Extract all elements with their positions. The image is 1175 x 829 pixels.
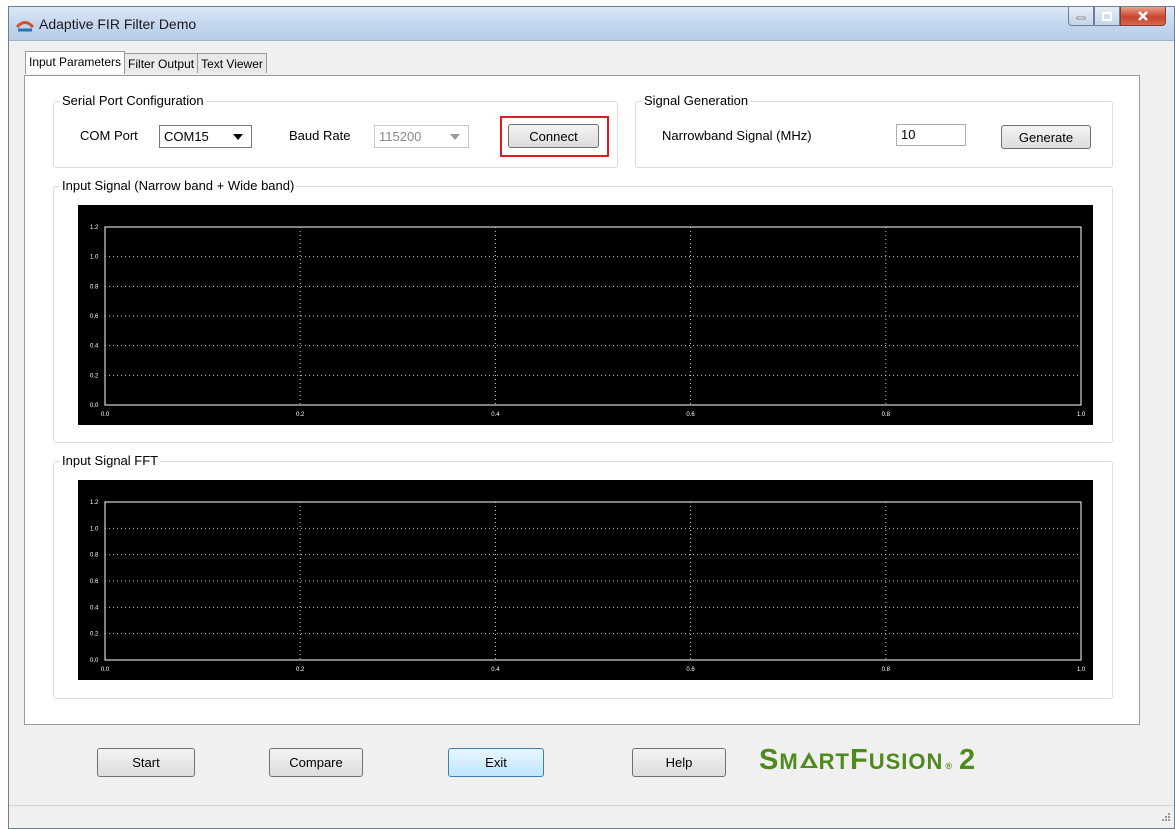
- maximize-icon[interactable]: [1094, 7, 1120, 26]
- fft-y-tick-label: 0.6: [90, 579, 99, 585]
- connect-highlight-box: [500, 116, 609, 157]
- input-signal-x-tick-label: 0.4: [491, 412, 500, 418]
- baud-rate-select[interactable]: 115200: [374, 125, 469, 148]
- fft-x-tick-label: 0.6: [686, 667, 695, 673]
- fft-x-tick-label: 1.0: [1077, 667, 1086, 673]
- exit-button[interactable]: Exit: [448, 748, 544, 777]
- smartfusion2-logo: SM RT F USION ® 2: [759, 744, 977, 776]
- input-signal-chart: 0.0 0.2 0.4 0.6 0.8 1.0 0.0 0.2 0.4 0.6 0.8 1.0 1.2: [90, 225, 1086, 418]
- fft-y-tick-label: 0.8: [90, 553, 99, 559]
- narrowband-label: Narrowband Signal (MHz): [662, 128, 812, 143]
- close-icon[interactable]: [1120, 7, 1166, 26]
- compare-button[interactable]: Compare: [269, 748, 363, 777]
- input-signal-x-tick-label: 0.6: [686, 412, 695, 418]
- fft-group-title: Input Signal FFT: [60, 453, 161, 468]
- fft-y-tick-label: 1.0: [90, 526, 99, 532]
- fft-x-tick-label: 0.8: [882, 667, 891, 673]
- input-signal-x-tick-label: 0.2: [296, 412, 305, 418]
- signal-generation-group-title: Signal Generation: [642, 93, 751, 108]
- serial-port-group-title: Serial Port Configuration: [60, 93, 206, 108]
- input-signal-y-tick-label: 0.4: [90, 344, 99, 350]
- input-signal-plot: 0.0 0.2 0.4 0.6 0.8 1.0 0.0 0.2 0.4 0.6 0.8 1.0 1.2: [78, 205, 1093, 425]
- input-signal-y-tick-label: 0.2: [90, 373, 99, 379]
- com-port-value: COM15: [164, 129, 209, 144]
- tab-strip: Input Parameters Filter Output Text View…: [25, 51, 267, 74]
- input-signal-y-tick-label: 0.8: [90, 284, 99, 290]
- minimize-icon[interactable]: [1068, 7, 1094, 26]
- app-icon: [15, 18, 35, 35]
- chevron-down-icon: [450, 133, 460, 140]
- fft-y-tick-label: 0.4: [90, 605, 99, 611]
- resize-grip-icon[interactable]: [1161, 810, 1171, 825]
- tab-input-parameters[interactable]: Input Parameters: [25, 51, 126, 74]
- window-title: Adaptive FIR Filter Demo: [39, 16, 197, 32]
- input-signal-group-title: Input Signal (Narrow band + Wide band): [60, 178, 297, 193]
- input-signal-y-tick-label: 0.0: [90, 403, 99, 409]
- com-port-label: COM Port: [80, 128, 138, 143]
- start-button[interactable]: Start: [97, 748, 195, 777]
- logo-triangle-icon: [799, 752, 818, 768]
- fft-x-tick-label: 0.4: [491, 667, 500, 673]
- input-signal-y-tick-label: 1.0: [90, 255, 99, 261]
- narrowband-input[interactable]: 10: [896, 124, 966, 146]
- tab-filter-output[interactable]: Filter Output: [124, 53, 199, 73]
- tab-text-viewer[interactable]: Text Viewer: [197, 53, 267, 73]
- fft-chart: 0.0 0.2 0.4 0.6 0.8 1.0 0.0 0.2 0.4 0.6 0.8 1.0 1.2: [90, 500, 1086, 673]
- help-button[interactable]: Help: [632, 748, 726, 777]
- com-port-select[interactable]: COM15: [159, 125, 252, 148]
- input-signal-x-tick-label: 1.0: [1077, 412, 1086, 418]
- input-signal-x-tick-label: 0.8: [882, 412, 891, 418]
- baud-rate-label: Baud Rate: [289, 128, 351, 143]
- input-signal-y-tick-label: 1.2: [90, 225, 99, 231]
- input-signal-y-tick-label: 0.6: [90, 314, 99, 320]
- baud-rate-value: 115200: [379, 129, 422, 144]
- generate-button[interactable]: Generate: [1001, 125, 1091, 149]
- title-bar[interactable]: Adaptive FIR Filter Demo: [9, 7, 1174, 41]
- fft-x-tick-label: 0.2: [296, 667, 305, 673]
- input-signal-x-tick-label: 0.0: [101, 412, 110, 418]
- status-bar: [9, 805, 1174, 828]
- fft-x-tick-label: 0.0: [101, 667, 110, 673]
- fft-y-tick-label: 0.2: [90, 632, 99, 638]
- fft-y-tick-label: 0.0: [90, 658, 99, 664]
- chevron-down-icon: [233, 133, 243, 140]
- fft-y-tick-label: 1.2: [90, 500, 99, 506]
- fft-plot: 0.0 0.2 0.4 0.6 0.8 1.0 0.0 0.2 0.4 0.6 0.8 1.0 1.2: [78, 480, 1093, 680]
